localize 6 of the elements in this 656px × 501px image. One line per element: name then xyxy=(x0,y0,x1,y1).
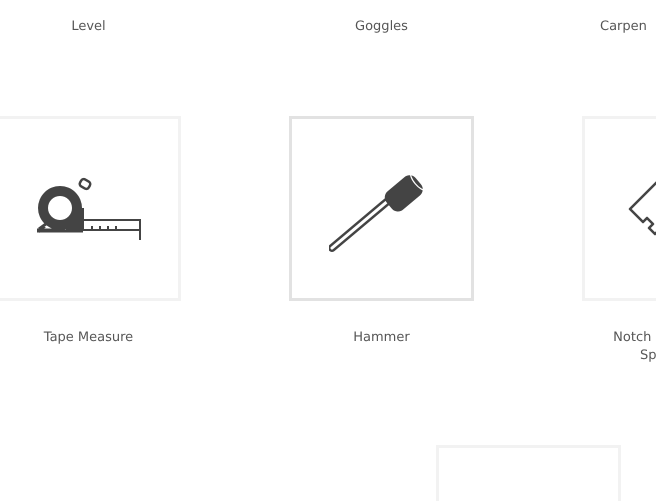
tool-label: Hammer xyxy=(353,329,410,347)
tool-label: Level xyxy=(71,18,106,36)
tool-label: Carpen xyxy=(599,18,647,36)
tool-label: Notch Sp xyxy=(612,329,656,365)
tool-label: Goggles xyxy=(355,18,408,36)
tool-label: Tape Measure xyxy=(44,329,134,347)
